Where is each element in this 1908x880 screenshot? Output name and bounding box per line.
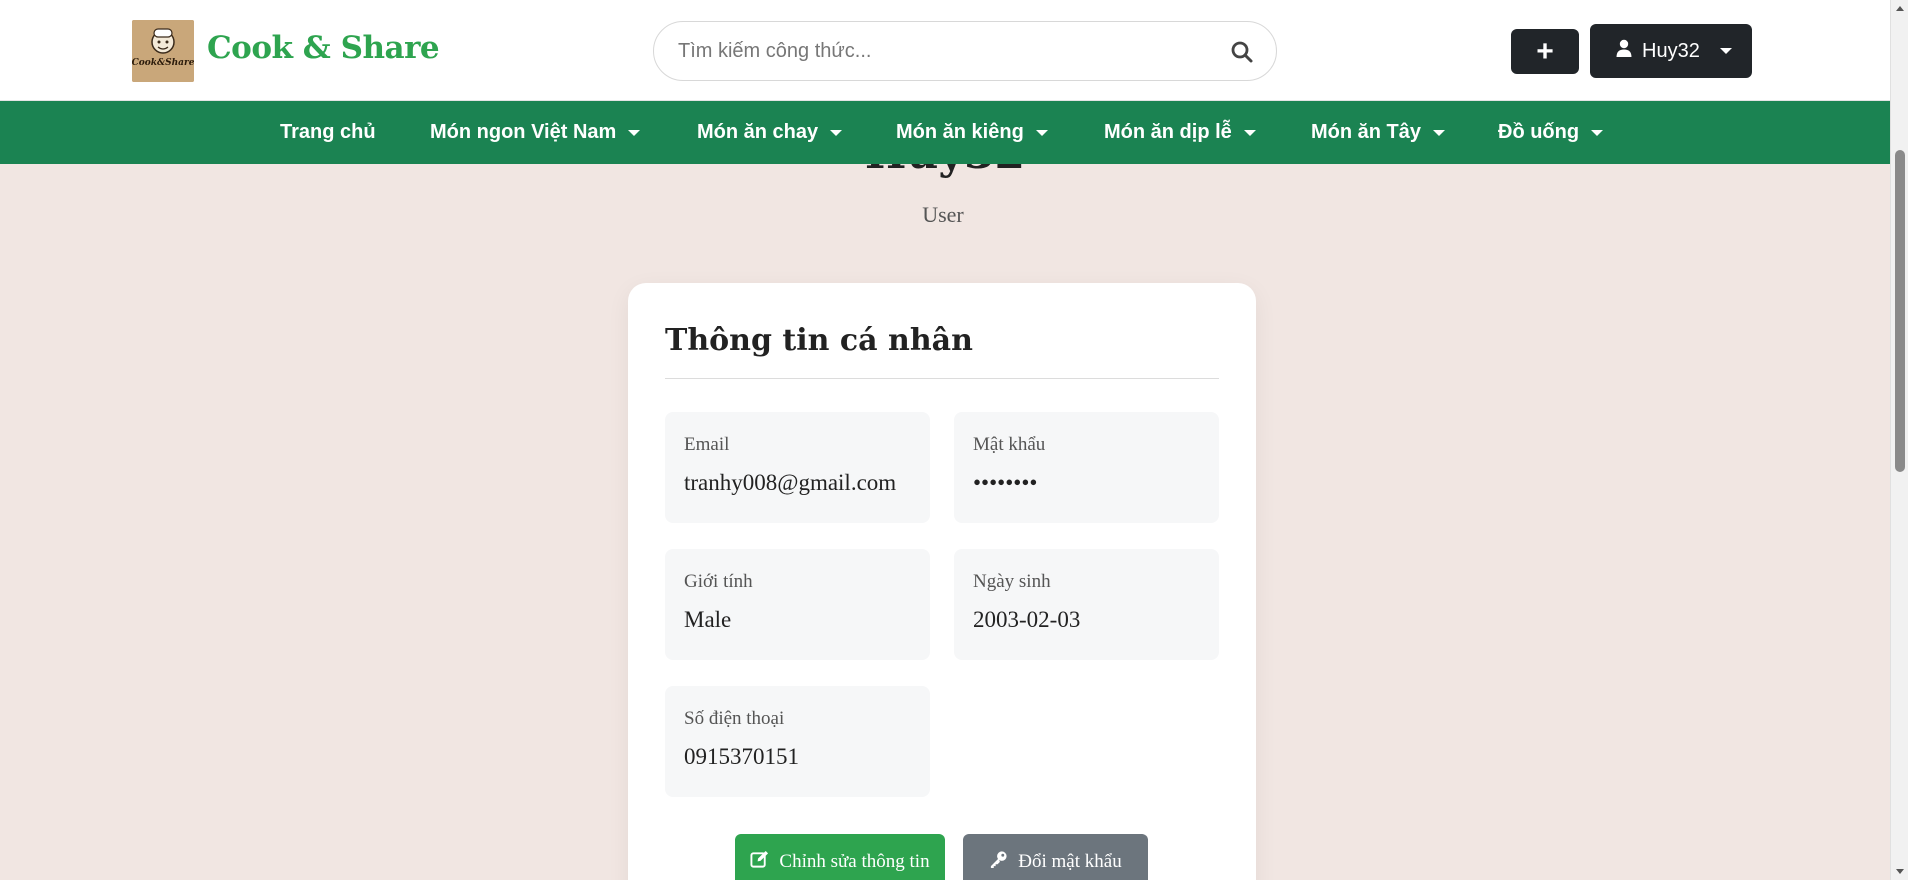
scroll-up-icon[interactable] — [1896, 6, 1904, 11]
field-label: Số điện thoại — [684, 708, 785, 729]
add-recipe-button[interactable]: + — [1511, 29, 1579, 74]
user-menu-button[interactable]: Huy32 — [1590, 24, 1752, 78]
field-label: Email — [684, 434, 730, 455]
field-value: 0915370151 — [684, 744, 799, 769]
edit-icon — [750, 850, 769, 875]
site-logo[interactable]: Cook&Share — [132, 20, 194, 82]
edit-profile-label: Chỉnh sửa thông tin — [779, 851, 930, 872]
nav-item-western[interactable]: Món ăn Tây — [1311, 101, 1446, 164]
phone-field: Số điện thoại 0915370151 — [665, 686, 930, 797]
field-label: Ngày sinh — [973, 571, 1051, 592]
nav-item-drinks[interactable]: Đồ uống — [1498, 101, 1604, 164]
page-scrollbar[interactable] — [1890, 0, 1908, 880]
field-label: Mật khẩu — [973, 434, 1046, 455]
scroll-down-icon[interactable] — [1896, 869, 1904, 874]
gender-field: Giới tính Male — [665, 549, 930, 660]
brand-name[interactable]: Cook & Share — [207, 30, 440, 66]
search-icon[interactable] — [1230, 40, 1254, 64]
birthdate-field: Ngày sinh 2003-02-03 — [954, 549, 1219, 660]
chevron-down-icon — [1243, 129, 1256, 136]
password-field: Mật khẩu •••••••• — [954, 412, 1219, 523]
user-menu-label: Huy32 — [1642, 39, 1700, 62]
field-label: Giới tính — [684, 571, 753, 592]
svg-text:Cook&Share: Cook&Share — [132, 58, 194, 68]
chevron-down-icon — [628, 129, 641, 136]
scrollbar-thumb[interactable] — [1895, 150, 1905, 472]
nav-item-home[interactable]: Trang chủ — [280, 101, 376, 164]
profile-role: User — [922, 202, 964, 227]
nav-item-vietnamese[interactable]: Món ngon Việt Nam — [430, 101, 641, 164]
field-value: Male — [684, 607, 732, 632]
chevron-down-icon — [1591, 129, 1604, 136]
personal-info-card: Thông tin cá nhân Email tranhy008@gmail.… — [628, 283, 1256, 880]
edit-profile-button[interactable]: Chỉnh sửa thông tin — [735, 834, 945, 880]
nav-item-holiday[interactable]: Món ăn dịp lễ — [1104, 101, 1256, 164]
email-field: Email tranhy008@gmail.com — [665, 412, 930, 523]
chevron-down-icon — [830, 129, 843, 136]
card-title: Thông tin cá nhân — [665, 323, 973, 358]
change-password-label: Đổi mật khẩu — [1018, 851, 1122, 872]
user-icon — [1616, 39, 1632, 63]
top-header: Cook&Share Cook & Share + Huy32 — [0, 0, 1890, 101]
search-input[interactable] — [678, 22, 1198, 80]
search-box — [653, 21, 1277, 81]
main-nav: Trang chủ Món ngon Việt Nam Món ăn chay … — [0, 101, 1890, 164]
key-icon — [989, 850, 1008, 875]
field-value: 2003-02-03 — [973, 607, 1081, 632]
chevron-down-icon — [1433, 129, 1446, 136]
field-value: tranhy008@gmail.com — [684, 470, 897, 495]
nav-item-diet[interactable]: Món ăn kiêng — [896, 101, 1048, 164]
change-password-button[interactable]: Đổi mật khẩu — [963, 834, 1148, 880]
chevron-down-icon — [1035, 129, 1048, 136]
field-value: •••••••• — [973, 470, 1038, 495]
nav-item-vegetarian[interactable]: Món ăn chay — [697, 101, 843, 164]
chevron-down-icon — [1719, 48, 1732, 54]
divider — [665, 378, 1219, 379]
